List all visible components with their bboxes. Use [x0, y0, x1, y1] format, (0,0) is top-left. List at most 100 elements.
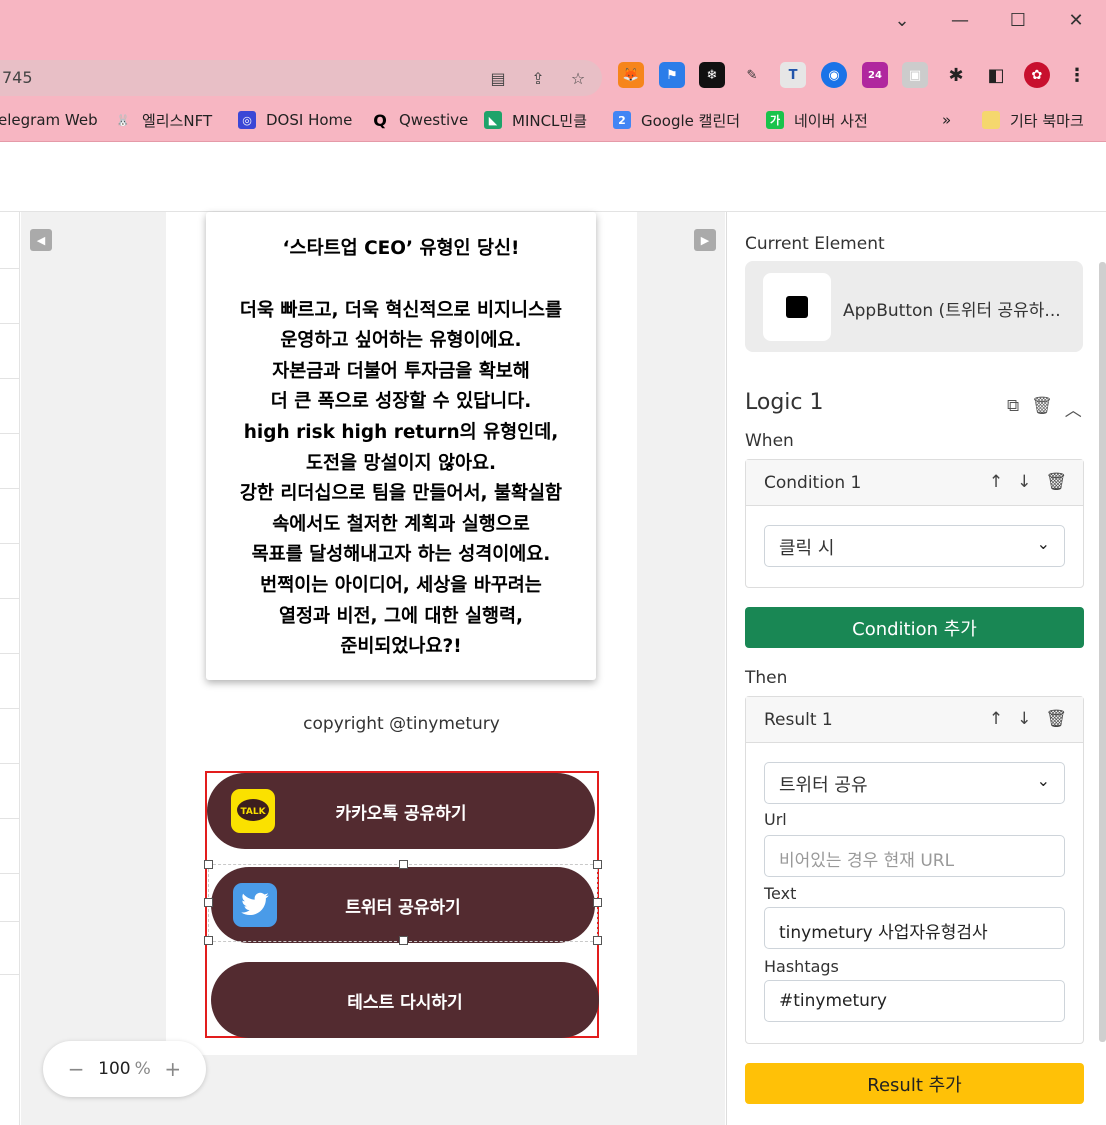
- current-element-label: Current Element: [745, 234, 885, 254]
- resize-handle[interactable]: [204, 936, 213, 945]
- logic-title: Logic 1: [745, 390, 824, 415]
- resize-handle[interactable]: [593, 860, 602, 869]
- result-line: [216, 265, 586, 296]
- zoom-number: 100: [98, 1059, 131, 1079]
- puzzle-extensions-icon[interactable]: ✱: [943, 62, 969, 88]
- result-description-card[interactable]: ‘스타트업 CEO’ 유형인 당신! 더욱 빠르고, 더욱 혁신적으로 비지니스…: [206, 212, 596, 680]
- hashtags-input[interactable]: #tinymetury: [764, 980, 1065, 1022]
- add-result-label: Result 추가: [867, 1074, 962, 1096]
- bookmark-star-icon[interactable]: ☆: [566, 66, 590, 90]
- strip-divider: [0, 708, 20, 709]
- strip-divider: [0, 921, 20, 922]
- profile-avatar[interactable]: ✿: [1024, 62, 1050, 88]
- resize-handle[interactable]: [593, 898, 602, 907]
- kakao-bubble-icon: TALK: [237, 799, 269, 821]
- dosi-icon: ◎: [238, 111, 256, 129]
- then-label: Then: [745, 668, 788, 688]
- result-line: 준비되었나요?!: [340, 636, 462, 658]
- url-text[interactable]: 745: [2, 68, 33, 87]
- bookmark-naver-dict[interactable]: 가 네이버 사전: [766, 109, 868, 131]
- add-condition-button[interactable]: Condition 추가: [745, 607, 1084, 648]
- bird-extension-icon[interactable]: ✎: [739, 62, 765, 88]
- image-extension-icon[interactable]: ▣: [902, 62, 928, 88]
- condition-select[interactable]: 클릭 시 ⌄: [764, 525, 1065, 567]
- strip-divider: [0, 873, 20, 874]
- app-header: [0, 142, 1106, 212]
- element-thumbnail: [763, 273, 831, 341]
- strip-divider: [0, 488, 20, 489]
- text-input[interactable]: tinymetury 사업자유형검사: [764, 907, 1065, 949]
- arrow-up-icon[interactable]: ↑: [989, 709, 1003, 729]
- maximize-button[interactable]: ☐: [998, 6, 1038, 34]
- folder-icon: [982, 111, 1000, 129]
- bookmark-google-calendar[interactable]: 2 Google 캘린더: [613, 109, 740, 131]
- kakao-share-label: 카카오톡 공유하기: [335, 803, 467, 824]
- arrow-down-icon[interactable]: ↓: [1017, 472, 1031, 492]
- strip-divider: [0, 818, 20, 819]
- color-extension-icon[interactable]: ◉: [821, 62, 847, 88]
- resize-handle[interactable]: [399, 860, 408, 869]
- close-window-button[interactable]: ✕: [1056, 6, 1096, 34]
- next-page-icon[interactable]: ▶: [694, 229, 716, 251]
- arrow-up-icon[interactable]: ↑: [989, 472, 1003, 492]
- bookmark-qwestive[interactable]: Q Qwestive: [371, 109, 468, 131]
- bookmark-other-folder[interactable]: 기타 북마크: [982, 109, 1084, 131]
- bookmark-label: 엘리스NFT: [142, 111, 213, 130]
- bookmark-label: 기타 북마크: [1010, 111, 1084, 130]
- bookmark-telegram[interactable]: elegram Web: [0, 109, 98, 131]
- copy-icon[interactable]: ⧉: [1007, 396, 1019, 421]
- share-icon[interactable]: ⇪: [526, 66, 550, 90]
- zoom-in-button[interactable]: +: [164, 1057, 181, 1081]
- tab-search-icon[interactable]: ⌄: [882, 6, 922, 34]
- zoom-out-button[interactable]: −: [68, 1057, 85, 1081]
- editor-canvas[interactable]: ◀ ▶ ‘스타트업 CEO’ 유형인 당신! 더욱 빠르고, 더욱 혁신적으로 …: [21, 212, 725, 1125]
- trash-icon[interactable]: 🗑: [1045, 472, 1067, 492]
- trash-icon[interactable]: 🗑: [1031, 396, 1053, 421]
- retry-test-button[interactable]: 테스트 다시하기: [211, 962, 599, 1038]
- result-line: 도전을 망설이지 않아요.: [305, 452, 497, 474]
- browser-titlebar: ⌄ — ☐ ✕: [0, 0, 1106, 56]
- chevron-up-icon[interactable]: ︿: [1065, 396, 1082, 421]
- text-extension-icon[interactable]: T: [780, 62, 806, 88]
- current-element-card[interactable]: AppButton (트위터 공유하...: [745, 261, 1083, 352]
- arrow-down-icon[interactable]: ↓: [1017, 709, 1031, 729]
- result-line: high risk high return의 유형인데,: [243, 421, 559, 443]
- result-line: 속에서도 철저한 계획과 실행으로: [272, 513, 530, 535]
- bookmark-dosi[interactable]: ◎ DOSI Home: [238, 109, 352, 131]
- when-label: When: [745, 431, 794, 451]
- badge-extension-icon[interactable]: 24: [862, 62, 888, 88]
- flag-extension-icon[interactable]: ⚑: [659, 62, 685, 88]
- result-line: 자본금과 더불어 투자금을 확보해: [272, 360, 530, 382]
- metamask-extension-icon[interactable]: 🦊: [618, 62, 644, 88]
- condition-card: Condition 1 ↑ ↓ 🗑 클릭 시 ⌄: [745, 459, 1084, 588]
- zoom-unit: %: [134, 1059, 151, 1079]
- bookmark-label: Google 캘린더: [641, 111, 741, 130]
- bookmarks-overflow-button[interactable]: »: [942, 109, 951, 131]
- browser-menu-icon[interactable]: ⋮: [1064, 62, 1090, 88]
- resize-handle[interactable]: [399, 936, 408, 945]
- minimize-button[interactable]: —: [940, 6, 980, 34]
- kakao-share-button[interactable]: TALK 카카오톡 공유하기: [207, 773, 595, 849]
- trash-icon[interactable]: 🗑: [1045, 709, 1067, 729]
- bookmark-label: DOSI Home: [266, 111, 353, 129]
- bookmark-elice[interactable]: 🐰 엘리스NFT: [114, 109, 212, 131]
- url-input[interactable]: 비어있는 경우 현재 URL: [764, 835, 1065, 877]
- resize-handle[interactable]: [593, 936, 602, 945]
- chevron-down-icon: ⌄: [1036, 534, 1050, 553]
- bookmark-mincl[interactable]: ◣ MINCL민클: [484, 109, 587, 131]
- side-panel-icon[interactable]: ◧: [983, 62, 1009, 88]
- result-line: 더 큰 폭으로 성장할 수 있답니다.: [270, 391, 532, 413]
- url-bar[interactable]: 745 ▤ ⇪ ☆: [0, 60, 602, 96]
- resize-handle[interactable]: [204, 860, 213, 869]
- bookmark-label: MINCL민클: [512, 111, 588, 130]
- strip-divider: [0, 268, 20, 269]
- result-select[interactable]: 트위터 공유 ⌄: [764, 762, 1065, 804]
- snowflake-extension-icon[interactable]: ❄: [699, 62, 725, 88]
- condition-select-value: 클릭 시: [779, 538, 835, 559]
- prev-page-icon[interactable]: ◀: [30, 229, 52, 251]
- condition-actions: ↑ ↓ 🗑: [989, 472, 1067, 492]
- panel-scrollbar[interactable]: [1099, 262, 1106, 1042]
- add-result-button[interactable]: Result 추가: [745, 1063, 1084, 1104]
- resize-handle[interactable]: [204, 898, 213, 907]
- reading-mode-icon[interactable]: ▤: [486, 66, 510, 90]
